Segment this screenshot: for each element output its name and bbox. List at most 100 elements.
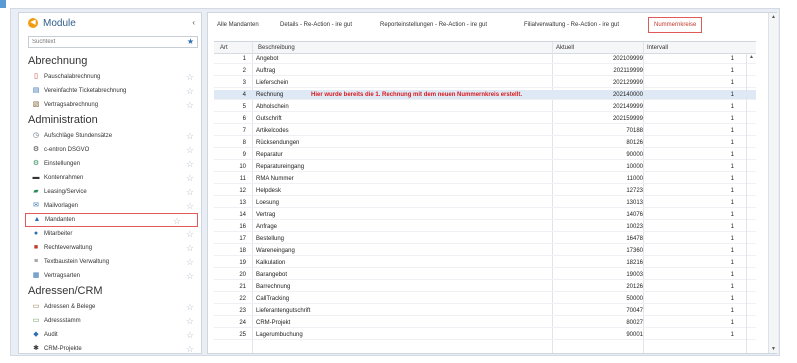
favorite-star-icon[interactable]: ☆ — [186, 187, 194, 197]
sidebar-item[interactable]: ▤ Vereinfachte Ticketabrechnung ☆ — [28, 84, 201, 98]
col-header-aktuell[interactable]: Aktuell — [556, 45, 574, 51]
sidebar-item[interactable]: ▭ Adressstamm ☆ — [28, 314, 201, 328]
favorite-star-icon[interactable]: ☆ — [186, 159, 194, 169]
contract-type-icon: ▦ — [32, 272, 40, 279]
tab-alle-mandanten[interactable]: Alle Mandanten — [217, 22, 259, 28]
sidebar-item[interactable]: ✱ CRM-Projekte ☆ — [28, 342, 201, 353]
module-logo-icon: ◀ — [28, 18, 38, 28]
sidebar-header: ◀ Module ‹ — [19, 13, 201, 33]
cell-intervall: 1 — [730, 139, 734, 146]
leasing-icon: ▰ — [33, 188, 39, 195]
favorite-star-icon[interactable]: ☆ — [186, 173, 194, 183]
table-row[interactable]: 14 Vertrag 14076 1 — [214, 210, 756, 221]
main-scrollbar[interactable]: ▲ ▼ — [768, 13, 778, 353]
table-row[interactable]: 6 Gutschrift 202159999 1 — [214, 114, 756, 125]
sidebar-item[interactable]: ⚙ Einstellungen ☆ — [28, 157, 201, 171]
favorite-star-icon[interactable]: ☆ — [186, 201, 194, 211]
cell-aktuell: 13013 — [626, 199, 643, 206]
cell-beschreibung: Gutschrift — [256, 115, 282, 122]
tab-details[interactable]: Details - Re-Action - ire gut — [280, 22, 352, 28]
cell-aktuell: 90000 — [626, 151, 643, 158]
module-search-input[interactable] — [29, 39, 179, 45]
sidebar-item[interactable]: ✉ Mailvorlagen ☆ — [28, 199, 201, 213]
favorite-star-icon[interactable]: ☆ — [186, 100, 194, 110]
sidebar-item[interactable]: ▯ Pauschalabrechnung ☆ — [28, 70, 201, 84]
sidebar-item[interactable]: ■ Rechteverwaltung ☆ — [28, 241, 201, 255]
col-header-intervall[interactable]: Intervall — [647, 45, 668, 51]
sidebar-item[interactable]: ▧ Vertragsabrechnung ☆ — [28, 98, 201, 112]
cell-aktuell: 18216 — [626, 259, 643, 266]
table-row[interactable]: 19 Kalkulation 18216 1 — [214, 258, 756, 269]
main-scroll-up-icon[interactable]: ▲ — [771, 14, 776, 20]
table-row[interactable]: 2 Auftrag 202119999 1 — [214, 66, 756, 77]
grid-scroll-up-icon[interactable]: ▲ — [749, 54, 754, 60]
table-row[interactable]: 18 Wareneingang 17360 1 — [214, 246, 756, 257]
favorite-star-icon[interactable]: ☆ — [186, 316, 194, 326]
sidebar-item[interactable]: ◆ Audit ☆ — [28, 328, 201, 342]
favorite-star-icon[interactable]: ☆ — [186, 86, 194, 96]
favorite-star-icon[interactable]: ☆ — [186, 344, 194, 353]
table-row[interactable]: 9 Reparatur 90000 1 — [214, 150, 756, 161]
table-row[interactable]: 23 Lieferantengutschrift 70047 1 — [214, 306, 756, 317]
favorite-star-icon[interactable]: ☆ — [186, 243, 194, 253]
table-row[interactable]: 8 Rücksendungen 80126 1 — [214, 138, 756, 149]
mail-icon: ✉ — [33, 202, 39, 209]
cell-beschreibung: Reparatur — [256, 151, 283, 158]
tab-filialverwaltung[interactable]: Filialverwaltung - Re-Action - ire gut — [524, 22, 619, 28]
sidebar-item-label: Adressen & Belege — [44, 304, 96, 310]
ticket-icon: ▤ — [32, 87, 40, 94]
favorite-star-icon[interactable]: ☆ — [186, 131, 194, 141]
table-row[interactable]: 25 Lagerumbuchung 90001 1 — [214, 330, 756, 341]
cell-beschreibung: CallTracking — [256, 295, 290, 302]
table-row[interactable]: 12 Helpdesk 12723 1 — [214, 186, 756, 197]
sidebar-item[interactable]: ▭ Adressen & Belege ☆ — [28, 300, 201, 314]
sidebar-item[interactable]: ▰ Leasing/Service ☆ — [28, 185, 201, 199]
cell-aktuell: 16478 — [626, 235, 643, 242]
table-row[interactable]: 13 Loesung 13013 1 — [214, 198, 756, 209]
cell-art: 13 — [239, 199, 246, 206]
sidebar-item[interactable]: ▲ Mandanten ☆ — [25, 213, 198, 227]
sidebar-item-label: Kontenrahmen — [44, 175, 84, 181]
tab-reporteinstellungen[interactable]: Reporteinstellungen - Re-Action - ire gu… — [380, 22, 487, 28]
sidebar-item[interactable]: ● Mitarbeiter ☆ — [28, 227, 201, 241]
table-row[interactable]: 24 CRM-Projekt 80027 1 — [214, 318, 756, 329]
address-icon: ▭ — [32, 303, 40, 310]
sidebar-item-label: Pauschalabrechnung — [44, 74, 101, 80]
favorite-star-icon[interactable]: ☆ — [173, 216, 181, 226]
cell-intervall: 1 — [730, 307, 734, 314]
table-row[interactable]: 4 Rechnung 202140000 1 Hier wurde bereits di… — [214, 90, 756, 101]
table-row[interactable]: 16 Anfrage 10023 1 — [214, 222, 756, 233]
favorite-star-icon[interactable]: ☆ — [186, 302, 194, 312]
collapse-sidebar-icon[interactable]: ‹ — [192, 18, 195, 27]
favorite-star-icon[interactable]: ☆ — [186, 330, 194, 340]
sidebar-item[interactable]: ⚙ c-entron DSGVO ☆ — [28, 143, 201, 157]
favorite-star-icon[interactable]: ☆ — [186, 257, 194, 267]
table-row[interactable]: 20 Barangebot 19003 1 — [214, 270, 756, 281]
contract-icon: ▧ — [32, 101, 40, 108]
table-row[interactable]: 10 Reparatureingang 10000 1 — [214, 162, 756, 173]
favorite-star-icon[interactable]: ☆ — [186, 229, 194, 239]
sidebar-item[interactable]: ▦ Vertragsarten ☆ — [28, 269, 201, 283]
table-row[interactable]: 21 Barrechnung 20126 1 — [214, 282, 756, 293]
main-scroll-down-icon[interactable]: ▼ — [771, 346, 776, 352]
table-row[interactable]: 22 CallTracking 50000 1 — [214, 294, 756, 305]
sidebar-item[interactable]: ◷ Aufschläge Stundensätze ☆ — [28, 129, 201, 143]
favorites-filter-icon[interactable]: ★ — [187, 37, 194, 46]
favorite-star-icon[interactable]: ☆ — [186, 72, 194, 82]
sidebar-item[interactable]: ≡ Textbaustein Verwaltung ☆ — [28, 255, 201, 269]
cell-intervall: 1 — [730, 295, 734, 302]
table-row[interactable]: 5 Abholschein 202149999 1 — [214, 102, 756, 113]
grid-scrollbar[interactable]: ▲ — [746, 54, 756, 353]
table-row[interactable]: 7 Artikelcodes 70188 1 — [214, 126, 756, 137]
table-row[interactable]: 1 Angebot 202109999 1 — [214, 54, 756, 65]
col-header-beschreibung[interactable]: Beschreibung — [258, 45, 295, 51]
table-row[interactable]: 11 RMA Nummer 11000 1 — [214, 174, 756, 185]
tab-nummernkreise[interactable]: Nummernkreise — [648, 17, 703, 33]
table-row[interactable]: 17 Bestellung 16478 1 — [214, 234, 756, 245]
favorite-star-icon[interactable]: ☆ — [186, 145, 194, 155]
sidebar-item[interactable]: ▬ Kontenrahmen ☆ — [28, 171, 201, 185]
cell-aktuell: 20126 — [626, 283, 643, 290]
favorite-star-icon[interactable]: ☆ — [186, 271, 194, 281]
col-header-art[interactable]: Art — [220, 45, 228, 51]
table-row[interactable]: 3 Lieferschein 202129999 1 — [214, 78, 756, 89]
